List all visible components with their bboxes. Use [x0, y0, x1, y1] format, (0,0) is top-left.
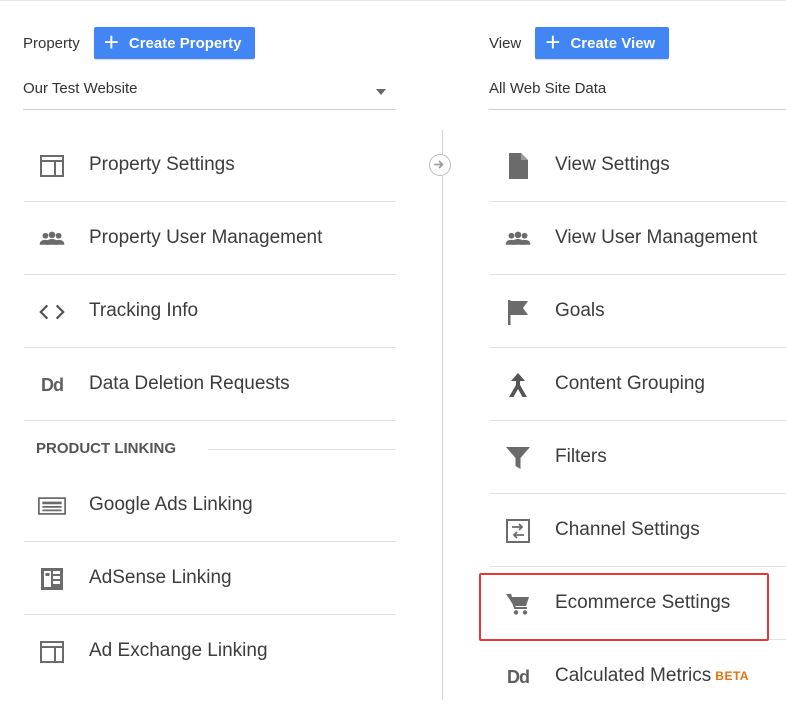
property-selected-value: Our Test Website — [23, 80, 138, 97]
goals-item[interactable]: Goals — [490, 275, 786, 348]
create-property-button[interactable]: + Create Property — [93, 27, 256, 59]
code-icon — [38, 298, 66, 326]
beta-badge: BETA — [715, 669, 750, 683]
property-menu: Property Settings Property User Manageme… — [24, 129, 396, 700]
people-icon — [504, 225, 532, 253]
people-icon — [38, 225, 66, 253]
calculated-metrics-item[interactable]: Dd Calculated Metrics BETA — [490, 640, 786, 713]
property-label: Property — [23, 34, 80, 52]
tracking-info-item[interactable]: Tracking Info — [24, 275, 396, 348]
adsense-icon — [38, 565, 66, 593]
data-deletion-requests-item[interactable]: Dd Data Deletion Requests — [24, 348, 396, 421]
document-icon — [504, 152, 532, 180]
flag-icon — [504, 298, 532, 326]
tracking-info-label: Tracking Info — [89, 300, 199, 321]
section-rule — [208, 449, 396, 450]
filters-label: Filters — [555, 446, 607, 467]
google-ads-linking-item[interactable]: Google Ads Linking — [24, 469, 396, 542]
column-divider — [442, 130, 443, 700]
ads-icon — [38, 492, 66, 520]
arrow-right-icon — [429, 154, 451, 176]
view-header: View + Create View — [489, 27, 670, 59]
property-settings-item[interactable]: Property Settings — [24, 129, 396, 202]
filters-item[interactable]: Filters — [490, 421, 786, 494]
data-deletion-icon: Dd — [41, 374, 64, 395]
property-user-management-item[interactable]: Property User Management — [24, 202, 396, 275]
view-label: View — [489, 34, 522, 52]
top-border — [0, 0, 786, 1]
goals-label: Goals — [555, 300, 605, 321]
view-user-management-label: View User Management — [555, 227, 758, 248]
chevron-down-icon — [376, 89, 386, 95]
google-ads-linking-label: Google Ads Linking — [89, 494, 253, 515]
data-deletion-requests-label: Data Deletion Requests — [89, 373, 290, 394]
ad-exchange-linking-label: Ad Exchange Linking — [89, 640, 268, 661]
ad-exchange-linking-item[interactable]: Ad Exchange Linking — [24, 615, 396, 688]
channel-icon — [504, 517, 532, 545]
merge-icon — [504, 371, 532, 399]
product-linking-section: PRODUCT LINKING — [24, 421, 396, 467]
property-user-management-label: Property User Management — [89, 227, 323, 248]
content-grouping-item[interactable]: Content Grouping — [490, 348, 786, 421]
create-view-label: Create View — [570, 34, 656, 52]
section-title: PRODUCT LINKING — [36, 440, 176, 457]
layout-icon — [38, 638, 66, 666]
view-selected-value: All Web Site Data — [489, 80, 607, 97]
calculated-metrics-label: Calculated Metrics BETA — [555, 665, 750, 686]
plus-icon: + — [103, 27, 119, 57]
adsense-linking-item[interactable]: AdSense Linking — [24, 542, 396, 615]
property-settings-label: Property Settings — [89, 154, 235, 175]
view-settings-label: View Settings — [555, 154, 670, 175]
view-user-management-item[interactable]: View User Management — [490, 202, 786, 275]
create-view-button[interactable]: + Create View — [535, 27, 670, 59]
filter-icon — [504, 444, 532, 472]
calculated-metrics-icon: Dd — [507, 666, 530, 687]
view-settings-item[interactable]: View Settings — [490, 129, 786, 202]
adsense-linking-label: AdSense Linking — [89, 567, 232, 588]
view-selector[interactable]: All Web Site Data — [489, 74, 786, 110]
property-header: Property + Create Property — [23, 27, 256, 59]
create-property-label: Create Property — [128, 34, 242, 52]
property-selector[interactable]: Our Test Website — [23, 74, 396, 110]
channel-settings-item[interactable]: Channel Settings — [490, 494, 786, 567]
highlight-box — [479, 573, 769, 641]
plus-icon: + — [545, 27, 561, 57]
layout-icon — [38, 152, 66, 180]
content-grouping-label: Content Grouping — [555, 373, 705, 394]
channel-settings-label: Channel Settings — [555, 519, 700, 540]
